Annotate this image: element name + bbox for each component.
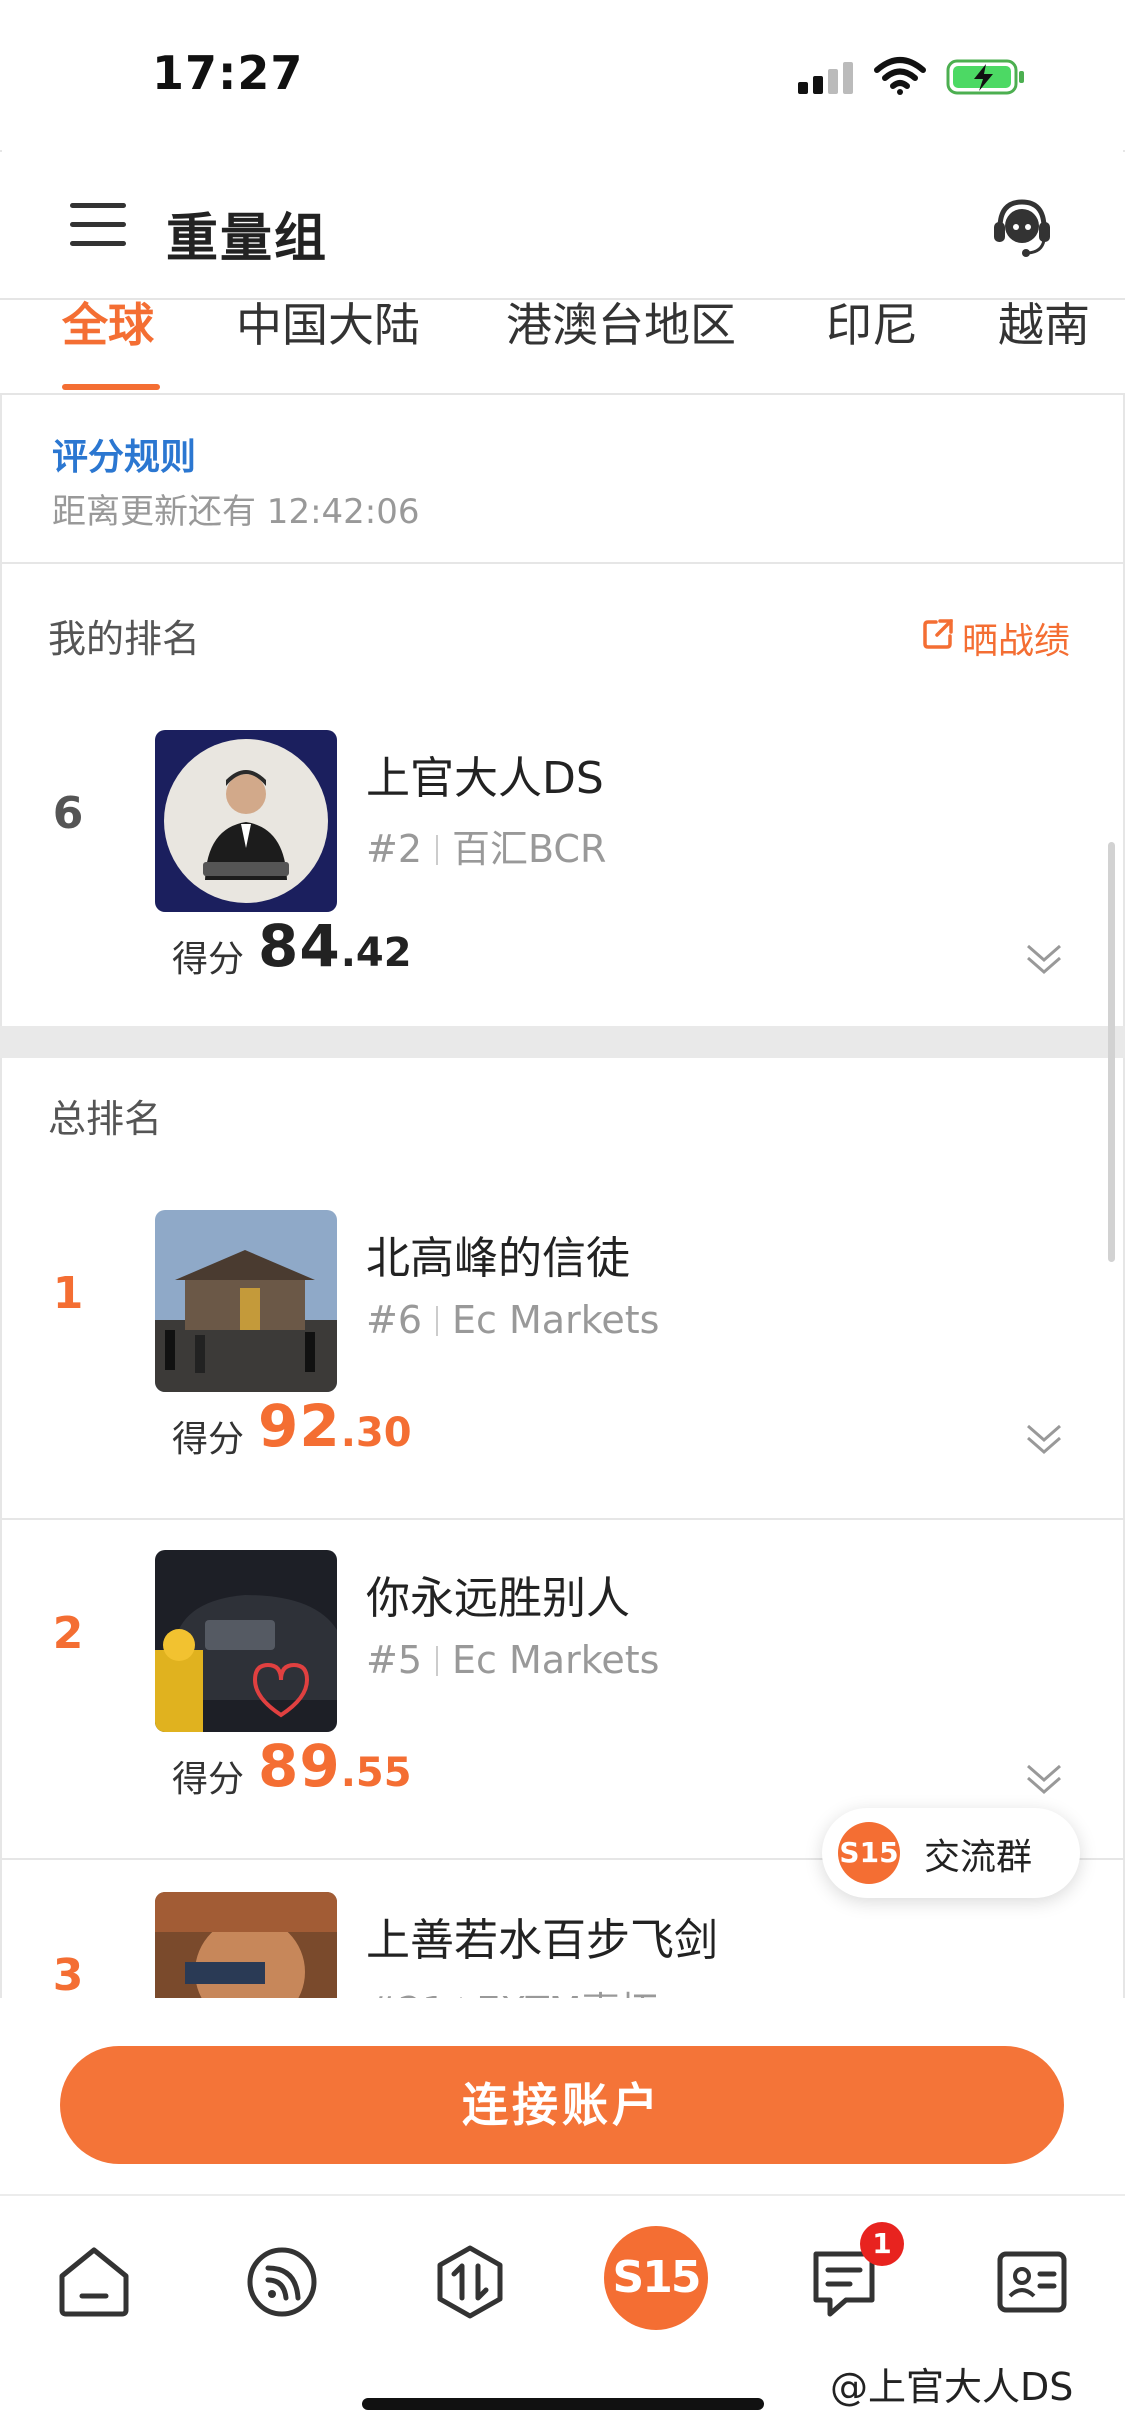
score-value: 92.30 xyxy=(258,1392,412,1460)
rank-number: 2 xyxy=(52,1608,84,1659)
score-label: 得分 xyxy=(172,1759,245,1800)
trade-icon[interactable] xyxy=(428,2240,512,2324)
status-bar: 17:27 xyxy=(0,0,1125,150)
broker-name: 百汇BCR xyxy=(452,827,607,871)
scoring-rules-link[interactable]: 评分规则 xyxy=(52,428,196,480)
unread-badge: 1 xyxy=(860,2222,904,2266)
home-icon[interactable] xyxy=(52,2240,136,2324)
chevron-down-icon[interactable] xyxy=(1022,936,1066,980)
chevron-down-icon[interactable] xyxy=(1022,1416,1066,1460)
feed-icon[interactable] xyxy=(240,2240,324,2324)
tab-indonesia[interactable]: 印尼 xyxy=(826,300,918,350)
connect-account-button[interactable]: 连接账户 xyxy=(60,2046,1064,2164)
tab-vietnam[interactable]: 越南 xyxy=(998,300,1090,350)
trader-meta: #6 Ec Markets xyxy=(366,1298,659,1342)
trader-meta: #5 Ec Markets xyxy=(366,1638,659,1682)
score-label: 得分 xyxy=(172,1419,245,1460)
tab-hk-macau-taiwan[interactable]: 港澳台地区 xyxy=(506,300,736,350)
chevron-down-icon[interactable] xyxy=(1022,1756,1066,1800)
s15-logo: S15 xyxy=(838,1822,900,1884)
score-label: 得分 xyxy=(172,939,245,980)
rank-number: 1 xyxy=(52,1268,84,1319)
avatar xyxy=(155,730,337,912)
rank-number: 3 xyxy=(52,1950,84,2001)
avatar xyxy=(155,1550,337,1732)
watermark: @上官大人DS xyxy=(830,2365,1074,2409)
trader-name: 上官大人DS xyxy=(366,753,604,804)
avatar xyxy=(155,1210,337,1392)
app-screen: 17:27 重量组 全球 中国大陆 港澳台地区 印尼 越南 评分规则 距离更新还… xyxy=(0,0,1125,2436)
scrollbar[interactable] xyxy=(1108,842,1115,1262)
signal-icon xyxy=(798,62,856,94)
share-label: 晒战绩 xyxy=(962,621,1071,662)
rank-row[interactable]: 1 北高峰的信徒 #6 Ec Markets 得分 92.30 xyxy=(0,1180,1125,1520)
trader-name: 北高峰的信徒 xyxy=(366,1233,630,1284)
tab-mainland-china[interactable]: 中国大陆 xyxy=(236,300,420,350)
score-value: 84.42 xyxy=(258,912,412,980)
customer-service-icon[interactable] xyxy=(990,196,1054,260)
section-separator xyxy=(0,1026,1125,1058)
page-title: 重量组 xyxy=(166,209,329,269)
broker-name: Ec Markets xyxy=(452,1638,660,1682)
score-value: 89.55 xyxy=(258,1732,412,1800)
update-countdown: 距离更新还有 12:42:06 xyxy=(52,492,420,532)
broker-name: Ec Markets xyxy=(452,1298,660,1342)
my-ranking-title: 我的排名 xyxy=(48,617,201,661)
trader-name: 你永远胜别人 xyxy=(366,1573,630,1624)
menu-icon[interactable] xyxy=(70,203,126,247)
app-header: 重量组 xyxy=(0,152,1125,300)
rank-number: 6 xyxy=(52,788,84,839)
status-time: 17:27 xyxy=(152,46,304,100)
overall-ranking-title: 总排名 xyxy=(48,1097,163,1141)
battery-icon xyxy=(946,58,1026,96)
group-chat-label: 交流群 xyxy=(924,1837,1033,1878)
sub-rank: #6 xyxy=(366,1298,423,1342)
region-tabs: 全球 中国大陆 港澳台地区 印尼 越南 xyxy=(0,300,1125,395)
wifi-icon xyxy=(873,56,927,96)
group-chat-button[interactable]: S15 交流群 xyxy=(822,1808,1080,1898)
tabbar-divider xyxy=(0,2194,1125,2196)
divider xyxy=(0,562,1125,564)
my-rank-row[interactable]: 6 上官大人DS #2 百汇BCR 得分 84.42 xyxy=(0,700,1125,1026)
active-tab-indicator xyxy=(62,384,160,390)
trader-name: 上善若水百步飞剑 xyxy=(366,1915,718,1966)
sub-rank: #5 xyxy=(366,1638,423,1682)
tab-global[interactable]: 全球 xyxy=(62,300,154,350)
profile-card-icon[interactable] xyxy=(990,2240,1074,2324)
share-icon xyxy=(923,619,953,649)
s15-icon[interactable]: S15 xyxy=(604,2226,708,2330)
home-indicator[interactable] xyxy=(362,2398,764,2410)
trader-meta: #2 百汇BCR xyxy=(366,818,606,873)
sub-rank: #2 xyxy=(366,827,423,871)
